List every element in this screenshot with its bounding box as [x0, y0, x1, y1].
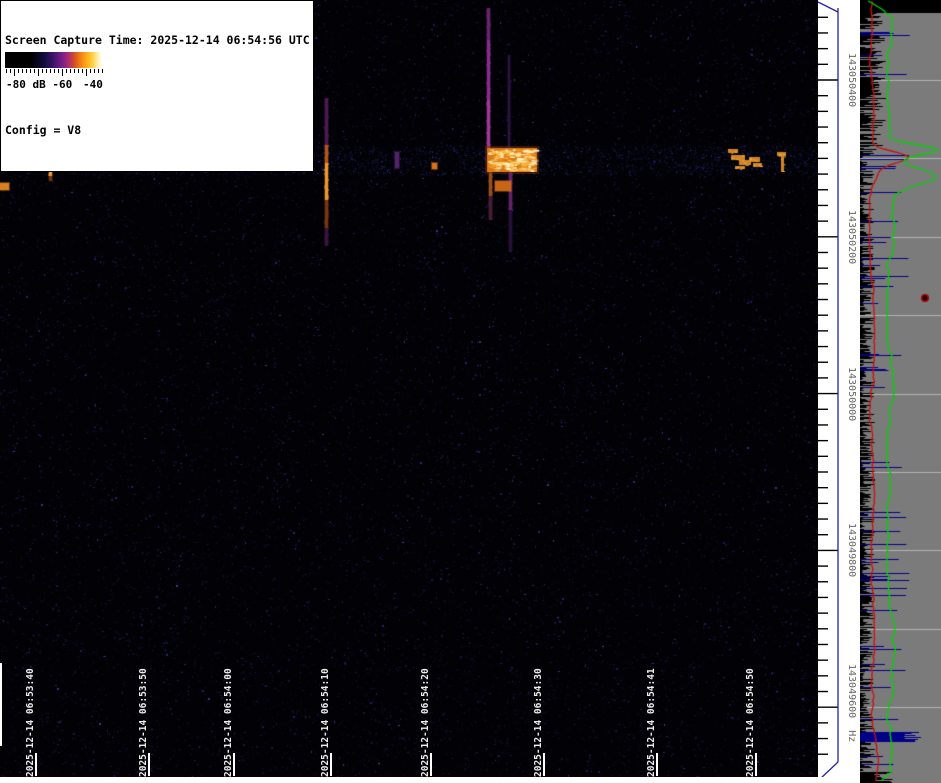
- time-axis-tick: [330, 753, 332, 776]
- scale-label-high: -40: [83, 78, 103, 91]
- intensity-colorbar-legend: -80 dB -60 -40: [5, 52, 105, 93]
- freq-axis-label: 143050400: [846, 53, 857, 108]
- spectrum-side-panel-canvas: [860, 0, 941, 783]
- colorbar-minor-tick: [42, 69, 43, 73]
- scale-label-low: -80 dB -60: [6, 78, 73, 91]
- colorbar-minor-tick: [82, 69, 83, 73]
- colorbar-minor-tick: [70, 69, 71, 73]
- colorbar-minor-tick: [46, 69, 47, 73]
- colorbar-minor-tick: [78, 69, 79, 73]
- colorbar-minor-tick: [50, 69, 51, 73]
- colorbar-minor-tick: [54, 69, 55, 73]
- colorbar-minor-tick: [102, 69, 103, 73]
- config-line: Config = V8: [5, 123, 82, 137]
- colorbar-gradient: [5, 52, 105, 68]
- time-axis-tick: [148, 753, 150, 776]
- colorbar-minor-tick: [98, 69, 99, 73]
- colorbar-minor-tick: [22, 69, 23, 73]
- time-axis-tick: [543, 753, 545, 776]
- colorbar-major-tick: [62, 69, 63, 76]
- colorbar-minor-tick: [34, 69, 35, 73]
- bottom-margin: [0, 777, 860, 783]
- colorbar-minor-tick: [94, 69, 95, 73]
- colorbar-ruler: [5, 69, 105, 78]
- colorbar-minor-tick: [58, 69, 59, 73]
- time-axis-tick: [656, 753, 658, 776]
- colorbar-minor-tick: [90, 69, 91, 73]
- colorbar-minor-tick: [66, 69, 67, 73]
- spectrogram-capture-screen: 2025-12-14 06:53:40 2025-12-14 06:53:50 20…: [0, 0, 941, 783]
- colorbar-major-tick: [86, 69, 87, 76]
- colorbar-scale-labels: -80 dB -60 -40: [5, 78, 105, 92]
- time-axis-tick: [755, 753, 757, 776]
- freq-axis-label: 143049600 Hz: [846, 664, 857, 743]
- freq-axis-label: 143050200: [846, 210, 857, 265]
- colorbar-major-tick: [14, 69, 15, 76]
- time-axis-tick: [233, 753, 235, 776]
- colorbar-minor-tick: [6, 69, 7, 73]
- colorbar-minor-tick: [26, 69, 27, 73]
- colorbar-minor-tick: [74, 69, 75, 73]
- freq-axis-label: 143049800: [846, 523, 857, 578]
- time-axis-tick: [430, 753, 432, 776]
- capture-time-line: Screen Capture Time: 2025-12-14 06:54:56…: [5, 33, 310, 47]
- cropped-label-artifact: [0, 663, 2, 746]
- colorbar-minor-tick: [18, 69, 19, 73]
- colorbar-minor-tick: [30, 69, 31, 73]
- colorbar-minor-tick: [10, 69, 11, 73]
- axis-tick: [818, 1, 839, 13]
- time-axis-tick: [35, 753, 37, 776]
- freq-axis-label: 143050000: [846, 367, 857, 422]
- colorbar-major-tick: [38, 69, 39, 76]
